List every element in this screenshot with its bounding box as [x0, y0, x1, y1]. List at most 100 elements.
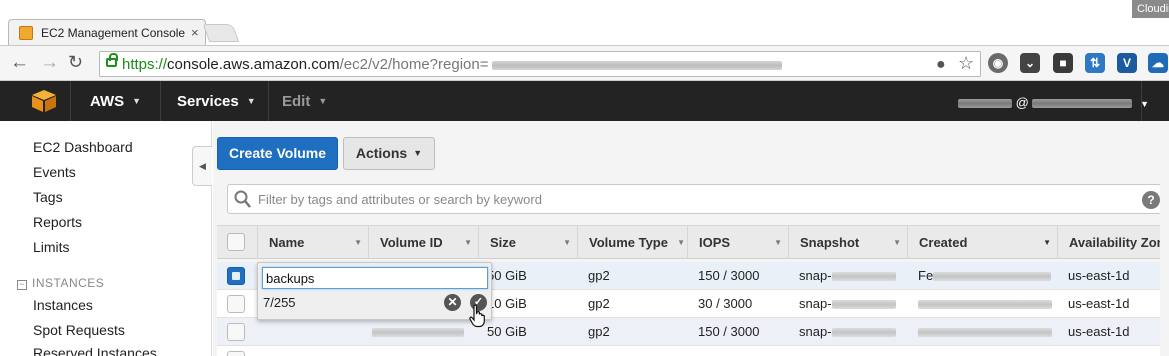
filter-search-box: ? — [227, 184, 1167, 214]
lightbulb-icon[interactable]: ● — [936, 56, 946, 74]
table-row[interactable]: 50 GiB gp2 150 / 3000 snap- us-east-1d — [217, 318, 1169, 346]
row-checkbox[interactable] — [227, 267, 245, 285]
edit-menu[interactable]: Edit ▼ — [282, 93, 327, 110]
browser-toolbar: ← → ↻ https://console.aws.amazon.com/ec2… — [0, 45, 1169, 81]
v-extension-icon[interactable]: V — [1117, 53, 1137, 73]
column-label: Name — [269, 235, 305, 250]
secure-lock-icon — [106, 53, 118, 67]
column-label: Availability Zone — [1069, 235, 1169, 250]
account-menu[interactable]: @ ▼ — [958, 95, 1149, 110]
cell-size: 10 GiB — [487, 296, 527, 311]
header-divider — [160, 81, 161, 121]
sort-descending-icon: ▼ — [1043, 238, 1051, 247]
sidebar-item-spot-requests[interactable]: Spot Requests — [33, 322, 125, 338]
aws-menu[interactable]: AWS ▼ — [90, 93, 141, 110]
back-arrow-icon[interactable]: ← — [10, 52, 29, 74]
redacted-region — [492, 60, 783, 70]
chevron-down-icon: ▼ — [246, 96, 256, 106]
aws-favicon-icon — [19, 26, 33, 40]
table-row[interactable] — [217, 346, 1169, 356]
cell-snapshot: snap- — [799, 290, 896, 318]
reload-icon[interactable]: ↻ — [68, 52, 83, 73]
sidebar-item-instances[interactable]: Instances — [33, 297, 93, 313]
column-header-created[interactable]: Created ▼ — [907, 226, 1057, 259]
column-label: Snapshot — [800, 235, 860, 250]
cell-volume-type: gp2 — [588, 324, 610, 339]
collapse-sidebar-button[interactable]: ◀ — [192, 146, 212, 186]
actions-button[interactable]: Actions ▼ — [343, 137, 435, 170]
chevron-left-icon: ◀ — [199, 161, 206, 171]
column-header-volume-id[interactable]: Volume ID ▼ — [368, 226, 478, 259]
column-header-size[interactable]: Size ▼ — [478, 226, 577, 259]
cancel-edit-icon[interactable]: ✕ — [444, 294, 461, 311]
sidebar-item-tags[interactable]: Tags — [33, 189, 63, 205]
tab-title: EC2 Management Console — [41, 26, 186, 40]
eye-extension-icon[interactable]: ◉ — [988, 53, 1008, 73]
cell-size: 50 GiB — [487, 324, 527, 339]
cell-iops: 150 / 3000 — [698, 268, 760, 283]
column-header-name[interactable]: Name ▼ — [257, 226, 368, 259]
url-host: console.aws.amazon.com — [167, 56, 340, 73]
row-checkbox[interactable] — [227, 351, 245, 356]
column-label: Created — [919, 235, 968, 250]
redacted-account — [1032, 99, 1133, 109]
redacted-snapshot-id — [831, 272, 896, 282]
browser-tabstrip: EC2 Management Console × Cloudin — [0, 0, 1169, 46]
chevron-down-icon: ▼ — [132, 96, 142, 106]
tab-close-icon[interactable]: × — [191, 25, 199, 40]
inline-name-editor: 7/255 ✕ ✓ — [257, 262, 492, 320]
cell-volume-type: gp2 — [588, 268, 610, 283]
cell-name[interactable] — [268, 318, 368, 346]
sidebar-section-instances[interactable]: − INSTANCES — [17, 276, 104, 290]
forward-arrow-icon[interactable]: → — [40, 52, 59, 74]
browser-tab[interactable]: EC2 Management Console × — [8, 19, 206, 46]
search-input[interactable] — [258, 190, 1118, 208]
collapse-section-icon[interactable]: − — [17, 280, 27, 290]
url-scheme: https:// — [122, 56, 168, 73]
profile-badge[interactable]: Cloudin — [1132, 0, 1169, 18]
right-edge-scroll — [1160, 121, 1169, 356]
aws-header: AWS ▼ Services ▼ Edit ▼ @ ▼ — [0, 81, 1169, 121]
redacted-volume-id — [372, 328, 464, 338]
redacted-created-date — [933, 272, 1052, 282]
column-label: Size — [490, 235, 517, 250]
cell-snapshot: snap- — [799, 318, 896, 346]
sidebar-item-events[interactable]: Events — [33, 164, 76, 180]
row-checkbox[interactable] — [227, 323, 245, 341]
redacted-snapshot-id — [831, 300, 896, 310]
create-volume-button[interactable]: Create Volume — [217, 137, 338, 170]
aws-menu-label: AWS — [90, 93, 125, 110]
services-menu[interactable]: Services ▼ — [177, 93, 256, 110]
table-header: Name ▼ Volume ID ▼ Size ▼ Volume Type ▼ IOPS… — [217, 225, 1169, 259]
header-divider — [268, 81, 269, 121]
bookmark-star-icon[interactable]: ☆ — [958, 53, 974, 74]
column-header-snapshot[interactable]: Snapshot ▼ — [788, 226, 907, 259]
column-header-iops[interactable]: IOPS ▼ — [687, 226, 788, 259]
sidebar-item-reports[interactable]: Reports — [33, 214, 82, 230]
cell-volume-type: gp2 — [588, 296, 610, 311]
column-header-volume-type[interactable]: Volume Type ▼ — [577, 226, 687, 259]
translate-extension-icon[interactable]: ⇅ — [1085, 53, 1105, 73]
aws-cube-logo-icon[interactable] — [30, 89, 58, 113]
name-edit-input[interactable] — [262, 267, 488, 289]
select-all-checkbox[interactable] — [227, 233, 245, 251]
column-header-availability-zone[interactable]: Availability Zone — [1057, 226, 1169, 259]
cloud-extension-icon[interactable]: ☁ — [1148, 53, 1168, 73]
cell-volume-id — [372, 318, 464, 346]
address-bar[interactable]: https://console.aws.amazon.com/ec2/v2/ho… — [99, 51, 981, 77]
sidebar-item-reserved-instances[interactable]: Reserved Instances — [33, 345, 157, 356]
sidebar-item-limits[interactable]: Limits — [33, 239, 70, 255]
evernote-extension-icon[interactable]: ■ — [1053, 53, 1073, 73]
new-tab-button[interactable] — [202, 24, 240, 42]
row-checkbox[interactable] — [227, 295, 245, 313]
sort-icon: ▼ — [464, 238, 472, 247]
cell-size: 50 GiB — [487, 268, 527, 283]
chevron-down-icon: ▼ — [318, 96, 328, 106]
chevron-down-icon: ▼ — [413, 148, 423, 158]
help-icon[interactable]: ? — [1142, 191, 1160, 209]
services-menu-label: Services — [177, 93, 239, 110]
pocket-extension-icon[interactable]: ⌄ — [1020, 53, 1040, 73]
sidebar-item-ec2-dashboard[interactable]: EC2 Dashboard — [33, 139, 133, 155]
sort-icon: ▼ — [774, 238, 782, 247]
redacted-username — [958, 99, 1012, 109]
